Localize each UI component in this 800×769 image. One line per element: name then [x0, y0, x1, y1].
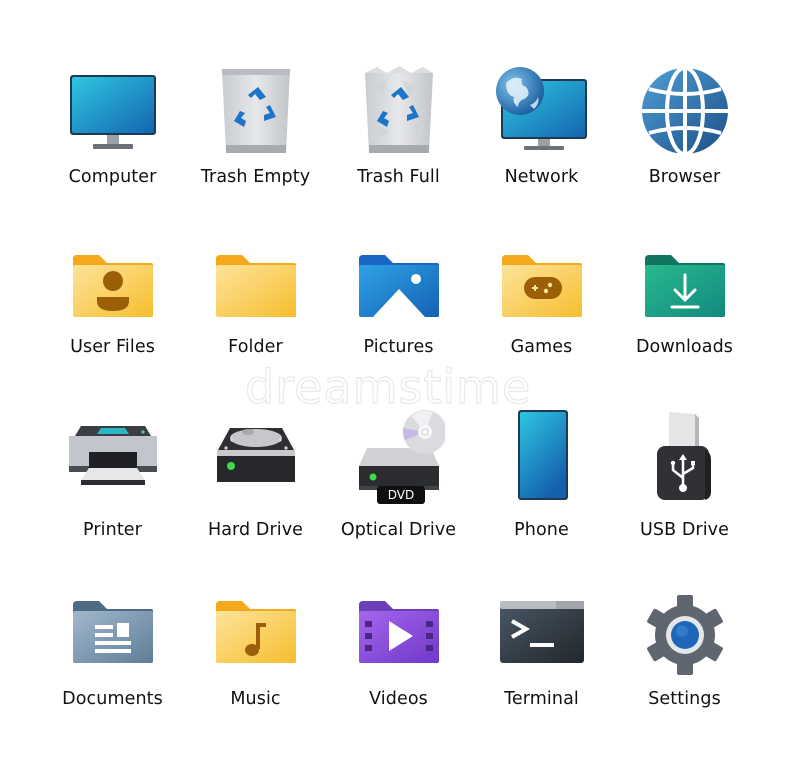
icon-label: Settings	[648, 689, 721, 709]
icon-tile-optical-drive[interactable]: DVD Optical Drive	[327, 410, 470, 560]
icon-tile-documents[interactable]: Documents	[41, 595, 184, 745]
icon-label: Hard Drive	[207, 520, 304, 540]
icon-label: Trash Full	[357, 167, 440, 187]
icon-label: Folder	[228, 337, 283, 357]
terminal-icon	[496, 595, 588, 687]
icon-label: Music	[230, 689, 281, 709]
icon-tile-videos[interactable]: Videos	[327, 595, 470, 745]
network-icon	[496, 65, 588, 157]
icon-tile-browser[interactable]: Browser	[613, 65, 756, 215]
pictures-folder-icon	[353, 245, 445, 337]
icon-tile-hard-drive[interactable]: Hard Drive	[184, 410, 327, 560]
music-folder-icon	[210, 595, 302, 687]
icon-tile-trash-full[interactable]: Trash Full	[327, 65, 470, 215]
icon-label: Optical Drive	[340, 520, 457, 540]
icon-tile-trash-empty[interactable]: Trash Empty	[184, 65, 327, 215]
icon-label: Browser	[648, 167, 721, 187]
icon-tile-games[interactable]: Games	[470, 245, 613, 395]
icon-label: Videos	[369, 689, 428, 709]
icon-label: Printer	[83, 520, 142, 540]
icon-label: Network	[504, 167, 579, 187]
icon-label: Phone	[514, 520, 569, 540]
printer-icon	[67, 410, 159, 502]
trash-full-icon	[353, 65, 445, 157]
optical-drive-icon: DVD	[353, 410, 445, 504]
computer-icon	[67, 65, 159, 157]
icon-tile-computer[interactable]: Computer	[41, 65, 184, 215]
games-folder-icon	[496, 245, 588, 337]
browser-icon	[639, 65, 731, 157]
icon-tile-usb-drive[interactable]: USB Drive	[613, 410, 756, 560]
icon-label: Pictures	[363, 337, 434, 357]
icon-tile-printer[interactable]: Printer	[41, 410, 184, 560]
phone-icon	[496, 410, 588, 502]
icon-tile-settings[interactable]: Settings	[613, 595, 756, 745]
folder-icon	[210, 245, 302, 337]
user-files-folder-icon	[67, 245, 159, 337]
icon-tile-terminal[interactable]: Terminal	[470, 595, 613, 745]
downloads-folder-icon	[639, 245, 731, 337]
settings-icon	[639, 595, 731, 687]
usb-drive-icon	[639, 410, 731, 502]
hard-drive-icon	[210, 410, 302, 502]
trash-empty-icon	[210, 65, 302, 157]
icon-label: User Files	[70, 337, 155, 357]
icon-label: Terminal	[504, 689, 579, 709]
documents-folder-icon	[67, 595, 159, 687]
icon-tile-downloads[interactable]: Downloads	[613, 245, 756, 395]
icon-grid: Computer Trash Empty Trash Full Network …	[0, 0, 800, 769]
icon-tile-pictures[interactable]: Pictures	[327, 245, 470, 395]
icon-label: Downloads	[635, 337, 733, 357]
videos-folder-icon	[353, 595, 445, 687]
icon-label: USB Drive	[639, 520, 730, 540]
icon-tile-user-files[interactable]: User Files	[41, 245, 184, 395]
icon-label: Documents	[62, 689, 163, 709]
icon-tile-network[interactable]: Network	[470, 65, 613, 215]
icon-tile-music[interactable]: Music	[184, 595, 327, 745]
icon-tile-folder[interactable]: Folder	[184, 245, 327, 395]
icon-tile-phone[interactable]: Phone	[470, 410, 613, 560]
icon-label: Games	[510, 337, 573, 357]
icon-label: Trash Empty	[200, 167, 311, 187]
dvd-badge: DVD	[377, 486, 425, 504]
icon-label: Computer	[68, 167, 157, 187]
